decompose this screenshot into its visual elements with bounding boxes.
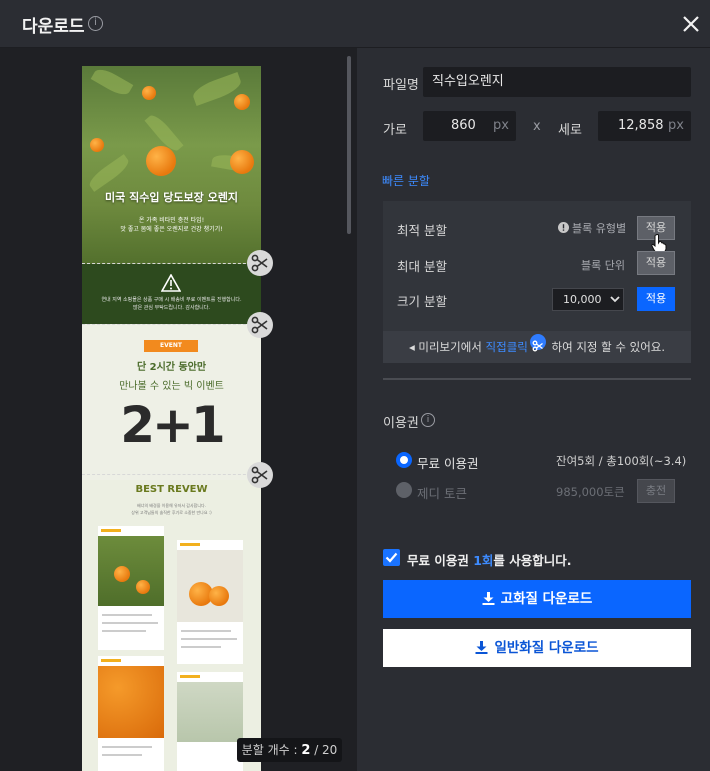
token-label: 제디 토큰 (417, 486, 467, 501)
chevron-down-icon (610, 296, 620, 303)
close-icon[interactable] (681, 14, 701, 34)
scissors-icon (251, 254, 268, 272)
width-input[interactable]: 860 px (423, 111, 516, 141)
review-title: BEST REVEW (135, 484, 208, 495)
download-icon (475, 641, 488, 654)
notice-banner: 연내 지역 소핑몰은 상품 구매 시 배송비 무료 이벤트를 진행합니다. 많은… (82, 264, 261, 324)
review-card (98, 526, 164, 650)
split-total: / 20 (310, 743, 338, 757)
hero-title: 미국 직수입 당도보장 오렌지 (105, 191, 238, 204)
quick-split-title: 빠른 분할 (382, 174, 430, 188)
split-scissors-button[interactable] (247, 312, 273, 338)
max-split-label: 최대 분할 (397, 259, 447, 274)
review-card (98, 656, 164, 771)
check-icon (385, 552, 398, 563)
event-line-2: 만나볼 수 있는 빅 이벤트 (119, 381, 224, 392)
token-amount: 985,000토큰 (556, 485, 625, 499)
token-radio[interactable] (396, 482, 412, 498)
review-card (177, 540, 243, 664)
free-license-label: 무료 이용권 (417, 456, 479, 471)
event-badge: EVENT (144, 340, 198, 352)
preview-scrollbar[interactable] (347, 56, 351, 234)
scissors-icon (251, 466, 268, 484)
consent-text: 무료 이용권 1회를 사용합니다. (407, 553, 572, 568)
review-card (177, 672, 243, 771)
times-sign: x (533, 119, 541, 134)
height-label: 세로 (558, 123, 582, 138)
notice-text-2: 많은 관심 부탁드립니다. 감사합니다. (133, 305, 210, 311)
optimal-split-hint: 블록 유형별 (572, 222, 627, 235)
preview-image[interactable]: 미국 직수입 당도보장 오렌지 온 가족 비타민 충전 타임! 맛 좋고 몸에 … (82, 66, 261, 771)
optimal-split-label: 최적 분할 (397, 223, 447, 238)
token-charge-button[interactable]: 충전 (637, 479, 675, 503)
direct-click-hint: ◂ 미리보기에서 직접클릭 하여 지정 할 수 있어요. (383, 331, 691, 363)
scissors-icon (529, 334, 546, 352)
info-icon[interactable]: i (421, 413, 435, 427)
event-line-1: 단 2시간 동안만 (136, 362, 207, 373)
review-subtitle: 배너의 배경을 이용해 유저서 감사합니다. 상위 고객님들의 솔직한 후기로 … (131, 503, 212, 515)
dialog-header: 다운로드 i (0, 0, 710, 48)
notice-text-1: 연내 지역 소핑몰은 상품 구매 시 배송비 무료 이벤트를 진행합니다. (101, 297, 242, 303)
free-license-radio[interactable] (396, 452, 412, 468)
filename-input[interactable]: 직수입오렌지 (423, 67, 691, 97)
hero-banner: 미국 직수입 당도보장 오렌지 온 가족 비타민 충전 타임! 맛 좋고 몸에 … (82, 66, 261, 264)
event-big-text: 2+1 (120, 396, 225, 454)
download-icon (482, 592, 495, 605)
preview-panel: 미국 직수입 당도보장 오렌지 온 가족 비타민 충전 타임! 맛 좋고 몸에 … (0, 48, 357, 771)
height-input[interactable]: 12,858 px (598, 111, 691, 141)
info-icon[interactable]: i (88, 16, 103, 31)
split-count-badge: 분할 개수 : 2 / 20 (237, 738, 342, 762)
alert-icon (558, 222, 569, 233)
size-apply-button[interactable]: 적용 (637, 287, 675, 311)
dialog-title: 다운로드 (22, 17, 85, 37)
section-divider (383, 378, 691, 380)
max-apply-button[interactable]: 적용 (637, 251, 675, 275)
filename-label: 파일명 (383, 78, 419, 93)
scissors-icon (251, 316, 268, 334)
max-split-hint: 블록 단위 (581, 259, 625, 272)
width-label: 가로 (383, 123, 407, 138)
license-title: 이용권 (383, 416, 419, 431)
warning-icon (161, 274, 181, 292)
hq-download-button[interactable]: 고화질 다운로드 (383, 580, 691, 618)
normal-download-button[interactable]: 일반화질 다운로드 (383, 629, 691, 667)
hero-subtitle: 온 가족 비타민 충전 타임! 맛 좋고 몸에 좋은 오렌지로 건강 챙기기! (120, 217, 223, 233)
review-section: BEST REVEW 배너의 배경을 이용해 유저서 감사합니다. 상위 고객님… (82, 480, 261, 771)
size-split-label: 크기 분할 (397, 294, 447, 309)
free-license-remain: 잔여5회 / 총100회(~3.4) (556, 454, 687, 468)
split-scissors-button[interactable] (247, 250, 273, 276)
size-select[interactable]: 10,000 (552, 288, 624, 311)
split-scissors-button[interactable] (247, 462, 273, 488)
consent-checkbox[interactable] (383, 549, 400, 566)
